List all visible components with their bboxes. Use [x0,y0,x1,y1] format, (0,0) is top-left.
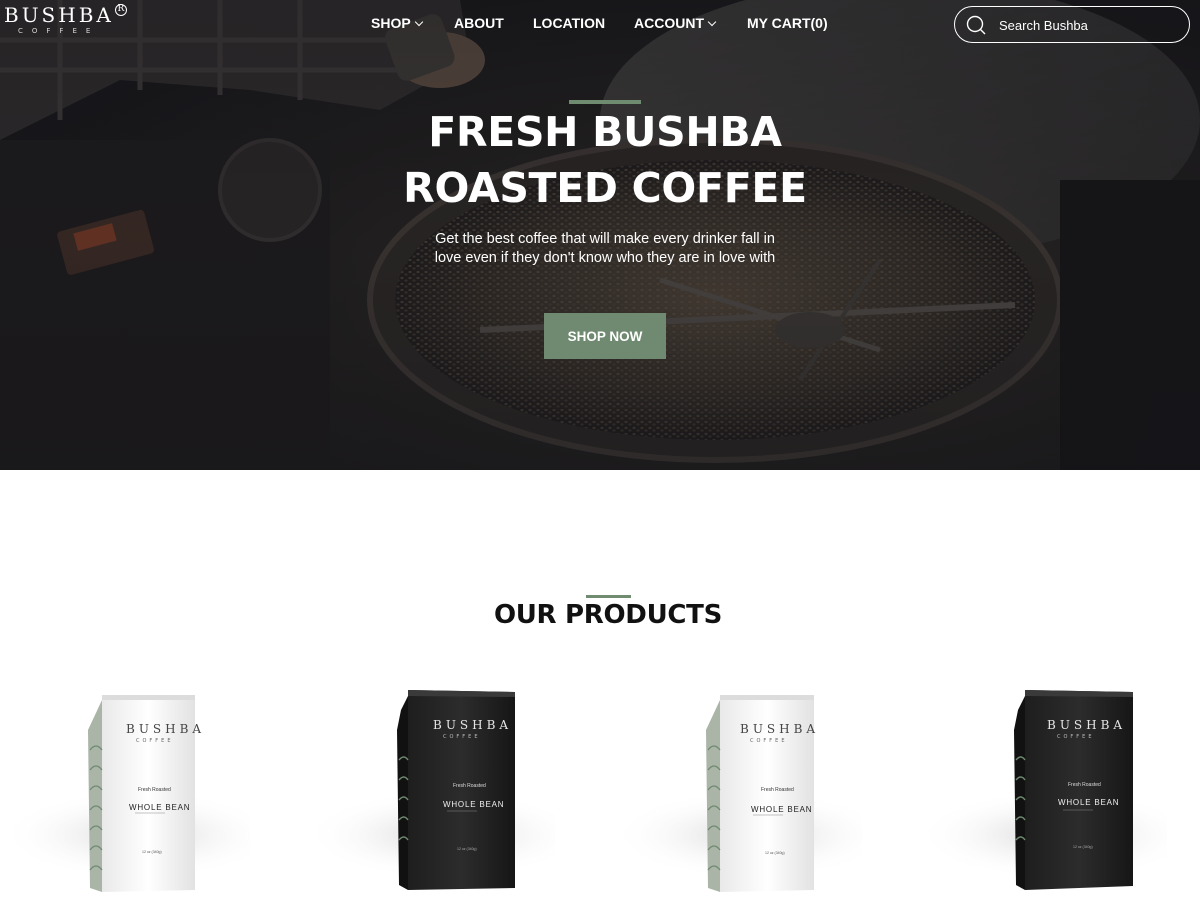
search-input[interactable] [999,15,1179,35]
nav-cart[interactable]: MY CART(0) [747,15,828,31]
hero-subtitle-line2: love even if they don't know who they ar… [434,250,776,266]
registered-mark-icon: R [114,4,127,16]
chevron-down-icon [707,17,717,26]
product-card[interactable]: BUSHBA COFFEE Fresh Roasted WHOLE BEAN 1… [602,670,862,900]
main-nav: SHOP ABOUT LOCATION ACCOUNT MY CART(0) [371,15,828,31]
hero-section: BUSHBA R COFFEE SHOP ABOUT LOCATION ACCOU… [0,0,1200,470]
search-icon[interactable] [966,15,986,35]
coffee-bag-image [0,695,250,892]
nav-shop-label: SHOP [371,15,411,31]
nav-account[interactable]: ACCOUNT [634,15,747,31]
nav-cart-label: MY CART(0) [747,15,828,31]
nav-about[interactable]: ABOUT [454,15,533,31]
nav-location-label: LOCATION [533,15,606,31]
chevron-down-icon [414,17,423,26]
product-card[interactable]: BUSHBA COFFEE Fresh Roasted WHOLE BEAN 1… [295,670,555,900]
nav-about-label: ABOUT [454,15,504,31]
shop-now-button[interactable]: SHOP NOW [544,313,666,359]
coffee-bag-image [917,690,1167,890]
brand-logo[interactable]: BUSHBA R COFFEE [4,4,127,36]
product-card[interactable]: BUSHBA COFFEE Fresh Roasted WHOLE BEAN 1… [0,670,250,900]
hero-subtitle-line1: Get the best coffee that will make every… [435,231,775,247]
hero-subtitle: Get the best coffee that will make every… [420,230,790,268]
hero-title-line1: FRESH BUSHBA [428,108,782,156]
coffee-bag-image [305,690,555,890]
nav-shop[interactable]: SHOP [371,15,454,31]
search-bar[interactable] [954,6,1190,43]
nav-account-label: ACCOUNT [634,15,704,31]
coffee-bag-image [612,695,862,892]
hero-title: FRESH BUSHBA ROASTED COFFEE [300,104,910,216]
logo-subtitle: COFFEE [18,27,100,35]
nav-location[interactable]: LOCATION [533,15,634,31]
product-card[interactable]: BUSHBA COFFEE Fresh Roasted WHOLE BEAN 1… [907,670,1167,900]
logo-wordmark: BUSHBA [4,3,114,27]
hero-title-line2: ROASTED COFFEE [403,164,807,212]
products-title: OUR PRODUCTS [493,600,723,630]
site-header: BUSHBA R COFFEE SHOP ABOUT LOCATION ACCOU… [0,0,1200,50]
products-section: OUR PRODUCTS BUSHBA COFFEE Fresh Roasted… [0,470,1200,900]
